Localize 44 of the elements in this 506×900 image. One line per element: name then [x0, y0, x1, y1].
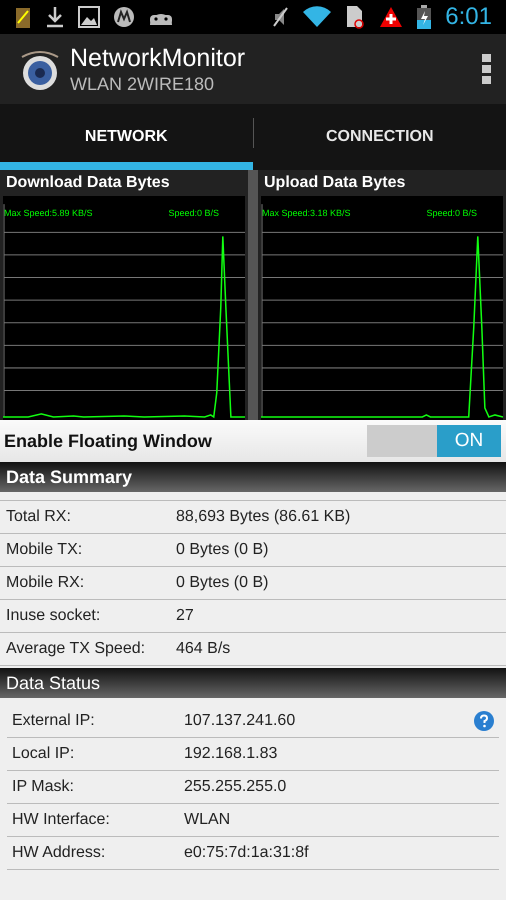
row-label: Inuse socket:: [6, 607, 102, 625]
row-value: 192.168.1.83: [184, 745, 278, 763]
row-label: Mobile TX:: [6, 541, 84, 559]
row-value: 0 Bytes (0 B): [176, 541, 270, 559]
row-label: HW Address:: [12, 844, 106, 862]
mute-icon: [271, 6, 290, 28]
graph-title: Upload Data Bytes: [263, 173, 406, 193]
alert-icon: [379, 6, 404, 28]
logo-icon[interactable]: [114, 7, 134, 27]
row-value: 88,693 Bytes (86.61 KB): [176, 508, 352, 526]
network-name: WLAN 2WIRE180: [70, 73, 216, 95]
max-speed-label: Max Speed:3.18 KB/S: [262, 208, 351, 218]
row-value: 27: [176, 607, 195, 625]
battery-saver-icon[interactable]: [14, 5, 32, 29]
row-value: 464 B/s: [176, 640, 232, 658]
graph-title: Download Data Bytes: [5, 173, 171, 193]
row-label: Average TX Speed:: [6, 640, 146, 658]
sim-card-icon: [345, 5, 366, 29]
row-label: HW Interface:: [12, 811, 111, 829]
row-value: e0:75:7d:1a:31:8f: [184, 844, 310, 862]
speed-label: Speed:0 B/S: [426, 208, 477, 218]
setting-label: Enable Floating Window: [4, 430, 213, 452]
help-icon[interactable]: [474, 711, 494, 731]
row-value: 255.255.255.0: [184, 778, 288, 796]
tab[interactable]: CONNECTION: [254, 104, 506, 170]
section-header: Data Summary: [0, 462, 506, 492]
overflow-menu-icon[interactable]: [482, 54, 492, 84]
row-value: WLAN: [184, 811, 232, 829]
app-title: NetworkMonitor: [70, 43, 246, 73]
max-speed-label: Max Speed:5.89 KB/S: [4, 208, 93, 218]
battery-icon: [417, 5, 432, 29]
row-value: 0 Bytes (0 B): [176, 574, 270, 592]
row-label: IP Mask:: [12, 778, 75, 796]
clock: 6:01: [445, 3, 492, 31]
section-header: Data Status: [0, 668, 506, 698]
row-value: 107.137.241.60: [184, 712, 296, 730]
speed-label: Speed:0 B/S: [168, 208, 219, 218]
row-label: Local IP:: [12, 745, 76, 763]
download-icon[interactable]: [46, 6, 64, 28]
row-label: Mobile RX:: [6, 574, 86, 592]
wifi-icon: [303, 6, 332, 28]
row-label: Total RX:: [6, 508, 72, 526]
image-icon[interactable]: [78, 6, 100, 28]
row-label: External IP:: [12, 712, 96, 730]
